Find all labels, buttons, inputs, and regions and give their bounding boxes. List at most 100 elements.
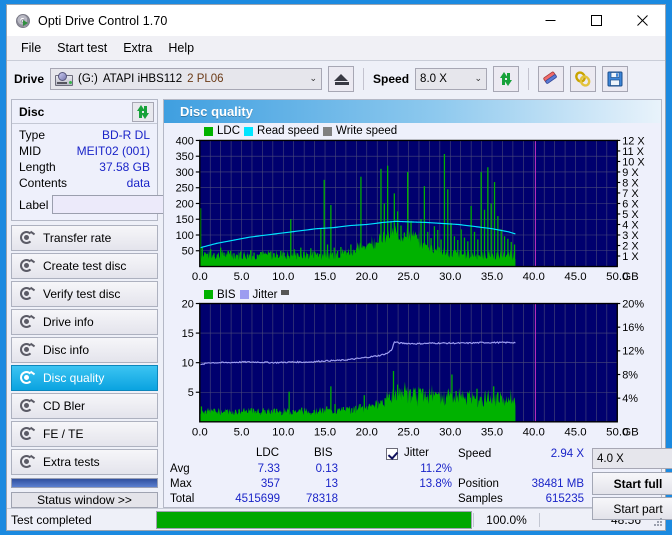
speed-select[interactable]: 8.0 X ⌄ [415,67,488,90]
svg-text:5.0: 5.0 [234,271,250,283]
stats-row-label-avg: Avg [170,463,190,475]
status-bar: Test completed 100.0% 48:56 [7,508,665,530]
sidebar-item-extra-tests[interactable]: Extra tests [11,449,158,475]
drive-label: Drive [14,71,45,86]
bis-jitter-chart: BIS Jitter 5 10 15 20 4% 8% 12% 16% 20% 0.0 5.0 10.… [164,288,661,443]
refresh-button[interactable] [493,65,520,92]
test-speed-select[interactable]: 4.0 X ⌄ [592,448,672,469]
stats-jitter-max: 13.8% [419,478,452,490]
erase-button[interactable] [538,65,565,92]
ldc-chart: LDC Read speed Write speed 50 100 150 200 25… [164,123,661,288]
svg-text:15.0: 15.0 [314,271,336,283]
app-window: Opti Drive Control 1.70 File Start test … [6,4,672,531]
disc-test-icon [20,230,36,246]
svg-text:20.0: 20.0 [356,271,378,283]
menu-file[interactable]: File [13,38,49,58]
refresh-icon [136,104,150,119]
sidebar-item-cd-bler[interactable]: CD Bler [11,393,158,419]
svg-text:5 X: 5 X [622,209,638,221]
drive-letter: (G:) [78,72,98,85]
disc-row-value: 37.58 GB [99,160,150,174]
sidebar-item-verify-test-disc[interactable]: Verify test disc [11,281,158,307]
disc-row-value: MEIT02 (001) [76,144,150,158]
legend-swatch-write-speed [323,126,333,136]
sidebar-item-label: Transfer rate [43,231,112,245]
sidebar-item-transfer-rate[interactable]: Transfer rate [11,225,158,251]
stats-row-label-max: Max [170,478,192,490]
menu-extra[interactable]: Extra [115,38,160,58]
sidebar-item-fe-te[interactable]: FE / TE [11,421,158,447]
disc-test-icon [20,342,36,358]
svg-text:4 X: 4 X [622,219,638,231]
svg-text:6 X: 6 X [622,198,638,210]
svg-text:20%: 20% [622,298,644,310]
menu-bar: File Start test Extra Help [7,36,665,60]
disc-test-icon [20,258,36,274]
sidebar-item-create-test-disc[interactable]: Create test disc [11,253,158,279]
svg-text:3 X: 3 X [622,230,638,242]
menu-help[interactable]: Help [160,38,202,58]
stats-value-samples: 615235 [545,493,584,505]
save-button[interactable] [602,65,629,92]
panel-header: Disc quality [7,4,666,123]
eject-button[interactable] [328,65,355,92]
legend-swatch-read-speed [244,126,254,136]
disc-properties: Type BD-R DL MID MEIT02 (001) Length 37.… [12,124,253,220]
legend-label-ldc: LDC [217,125,241,137]
svg-text:8%: 8% [622,369,638,381]
sidebar-item-label: Disc quality [43,371,105,385]
progress-percent: 100.0% [473,512,539,527]
svg-text:5.0: 5.0 [234,426,250,438]
menu-start-test[interactable]: Start test [49,38,115,58]
svg-text:45.0: 45.0 [564,271,586,283]
refresh-icon [499,71,513,86]
disc-row-mid: MID MEIT02 (001) [19,143,150,159]
bis-plot: 5 10 15 20 4% 8% 12% 16% 20% 0.0 5.0 10.0 15.0 20.0 25… [182,298,645,438]
chevron-down-icon: ⌄ [309,73,318,83]
drive-icon [55,71,74,86]
stats-jitter-avg: 11.2% [420,463,452,475]
eraser-icon [543,71,557,84]
stats-header-ldc: LDC [256,447,280,459]
disc-quality-panel: Disc quality LDC Read speed Write speed [7,4,672,520]
resize-grip[interactable] [649,513,663,527]
disc-row-contents: Contents data [19,175,150,191]
disc-row-type: Type BD-R DL [19,127,150,143]
svg-text:8 X: 8 X [622,177,638,189]
close-button[interactable] [619,6,665,36]
svg-text:10.0: 10.0 [272,426,294,438]
svg-text:200: 200 [176,198,194,210]
svg-text:250: 250 [176,183,194,195]
sidebar-item-disc-info[interactable]: Disc info [11,337,158,363]
window-title: Opti Drive Control 1.70 [38,13,168,28]
disc-test-icon [20,454,36,470]
stats-bis-total: 78318 [306,493,338,505]
sidebar-item-disc-quality[interactable]: Disc quality [11,365,158,391]
sidebar-item-label: Disc info [43,343,90,357]
drive-select[interactable]: (G:) ATAPI iHBS112 2 PL06 ⌄ [50,67,323,90]
svg-text:150: 150 [176,214,194,226]
sidebar-item-label: CD Bler [43,399,86,413]
disc-test-icon [20,398,36,414]
chain-button[interactable] [570,65,597,92]
sidebar-item-label: Drive info [43,315,94,329]
svg-text:12 X: 12 X [622,135,644,147]
jitter-checkbox[interactable] [386,448,398,463]
minimize-button[interactable] [527,6,573,36]
chevron-down-icon: ⌄ [665,454,672,463]
disc-refresh-button[interactable] [132,101,154,122]
chevron-down-icon: ⌄ [474,73,483,83]
svg-text:15: 15 [182,328,194,340]
svg-text:10: 10 [182,358,194,370]
status-window-button[interactable]: Status window >> [11,492,158,508]
svg-text:30.0: 30.0 [439,271,461,283]
svg-text:9 X: 9 X [622,167,638,179]
svg-text:20: 20 [182,298,194,310]
disc-info-panel: Disc Type BD-R DL MID MEIT02 (001) Lengt… [11,99,253,221]
sidebar: Disc Type BD-R DL MID MEIT02 (001) Lengt… [7,96,253,508]
sidebar-item-drive-info[interactable]: Drive info [11,309,158,335]
maximize-button[interactable] [573,6,619,36]
start-full-button[interactable]: Start full [592,472,672,495]
disc-row-value: BD-R DL [101,128,150,142]
stats-key-position: Position [458,478,499,490]
